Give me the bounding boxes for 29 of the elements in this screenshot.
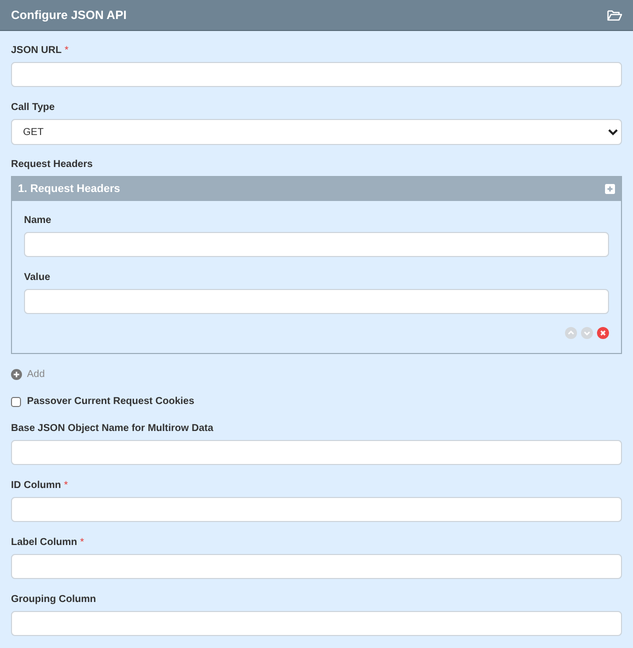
chevron-down-icon bbox=[608, 128, 618, 136]
required-mark: * bbox=[64, 44, 68, 58]
checkbox[interactable] bbox=[11, 396, 21, 406]
panel-title: Configure JSON API bbox=[11, 7, 127, 24]
field-label: Label Column bbox=[11, 536, 78, 550]
input-field[interactable] bbox=[11, 554, 622, 579]
folder-icon[interactable] bbox=[607, 9, 622, 21]
remove-icon[interactable] bbox=[597, 327, 609, 339]
field-label: Grouping Column bbox=[11, 592, 96, 606]
plus-circle-icon bbox=[11, 369, 22, 380]
field-label: Base JSON Object Name for Multirow Data bbox=[11, 422, 214, 436]
required-mark: * bbox=[80, 536, 84, 550]
field-label: Call Type bbox=[11, 100, 55, 114]
checkbox-label: Passover Current Request Cookies bbox=[27, 395, 194, 409]
group-title: 1. Request Headers bbox=[18, 182, 120, 197]
input-field[interactable] bbox=[11, 611, 622, 636]
field-label: ID Column bbox=[11, 478, 61, 492]
required-mark: * bbox=[64, 478, 68, 492]
input-field[interactable] bbox=[11, 62, 622, 87]
field-label: Request Headers bbox=[11, 158, 93, 172]
field-label: JSON URL bbox=[11, 44, 62, 58]
input-field[interactable] bbox=[24, 289, 609, 314]
select-field[interactable]: GET bbox=[11, 119, 622, 145]
input-field[interactable] bbox=[24, 232, 609, 257]
field-label: Value bbox=[24, 270, 50, 284]
input-field[interactable] bbox=[11, 497, 622, 522]
field-label: Name bbox=[24, 214, 52, 228]
input-field[interactable] bbox=[11, 440, 622, 465]
plus-square-icon[interactable] bbox=[605, 184, 615, 194]
